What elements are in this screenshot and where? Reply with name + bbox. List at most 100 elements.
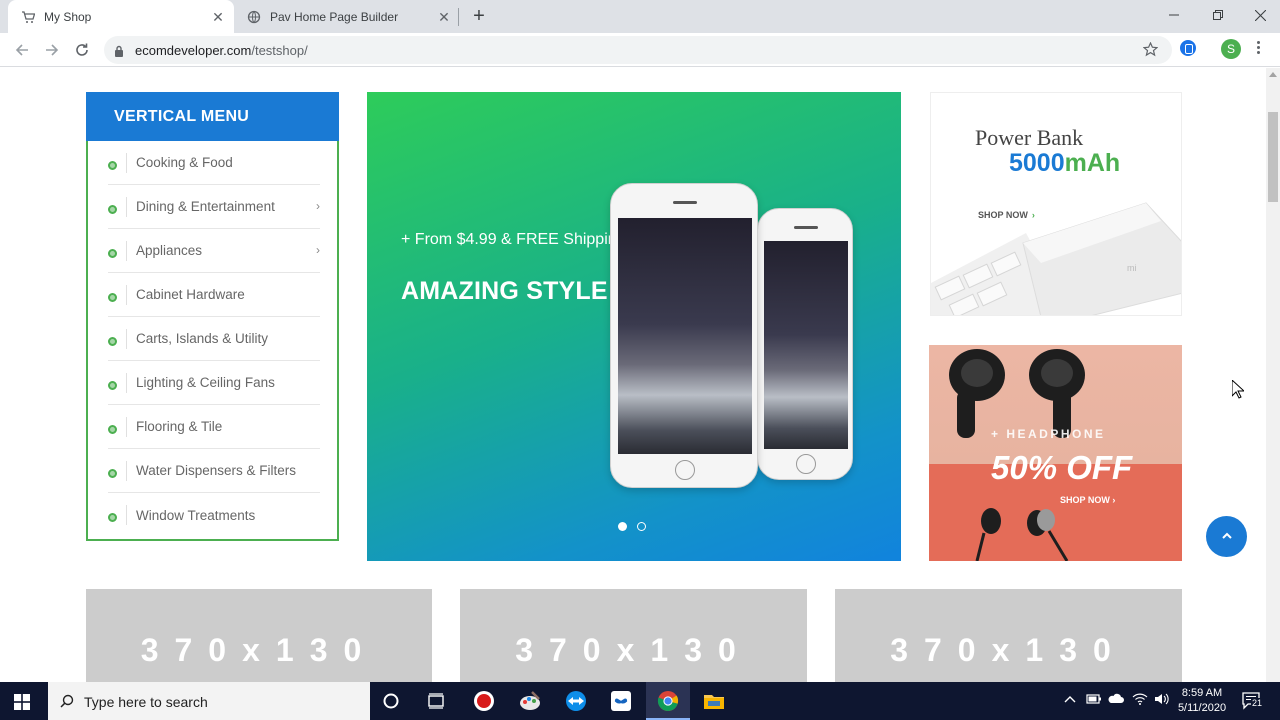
chrome-icon (657, 691, 679, 712)
globe-icon (246, 9, 262, 25)
wifi-icon[interactable] (1132, 693, 1148, 708)
close-tab-icon[interactable]: ✕ (210, 9, 226, 25)
battery-icon[interactable] (1086, 693, 1102, 708)
menu-item-cabinet-hardware[interactable]: Cabinet Hardware (108, 273, 320, 317)
slider-dot-active[interactable] (618, 522, 627, 531)
powerbank-shop-now-link[interactable]: SHOP NOW › (978, 210, 1035, 220)
placeholder-banner-3[interactable]: 370x130 (835, 589, 1182, 682)
menu-item-label: Cabinet Hardware (136, 287, 245, 302)
scroll-up-arrow-icon[interactable] (1269, 72, 1277, 77)
capacity-number: 5000 (1009, 149, 1065, 177)
menu-item-label: Water Dispensers & Filters (136, 463, 297, 478)
chevron-right-icon: › (1112, 495, 1116, 505)
bullet-icon (108, 380, 117, 390)
tab-pav-home-page-builder[interactable]: Pav Home Page Builder ✕ (234, 0, 460, 33)
browser-tab-bar: My Shop ✕ Pav Home Page Builder ✕ + (0, 0, 1280, 33)
reload-icon (76, 43, 88, 56)
screen-recorder-icon[interactable] (473, 690, 495, 712)
menu-item-flooring-tile[interactable]: Flooring & Tile (108, 405, 320, 449)
menu-item-label: Flooring & Tile (136, 419, 223, 434)
volume-icon[interactable] (1154, 693, 1170, 708)
menu-item-cooking-food[interactable]: Cooking & Food (108, 141, 320, 185)
slider-dot[interactable] (637, 522, 646, 531)
reload-button[interactable] (70, 38, 94, 62)
address-bar[interactable]: ecomdeveloper.com/testshop/ (104, 36, 1172, 64)
shop-now-label: SHOP NOW (978, 210, 1028, 220)
onedrive-cloud-icon[interactable] (1108, 693, 1124, 708)
vertical-menu-title: VERTICAL MENU (86, 92, 339, 141)
restore-button[interactable] (1196, 0, 1240, 30)
menu-item-label: Appliances (136, 243, 203, 258)
scroll-to-top-button[interactable] (1206, 516, 1247, 557)
menu-item-window-treatments[interactable]: Window Treatments (108, 493, 320, 537)
infinity-app-icon[interactable] (610, 690, 632, 712)
chevron-right-icon: › (1031, 210, 1035, 220)
tab-title: My Shop (44, 9, 92, 24)
forward-button[interactable] (40, 38, 64, 62)
back-button[interactable] (10, 38, 34, 62)
new-tab-button[interactable]: + (468, 5, 490, 27)
vertical-menu-list: Cooking & Food Dining & Entertainment › A… (108, 141, 320, 537)
hero-promo-text: + From $4.99 & FREE Shipping (401, 231, 626, 248)
close-window-button[interactable] (1238, 0, 1280, 30)
close-tab-icon[interactable]: ✕ (436, 9, 452, 25)
headphone-discount: 50% OFF (991, 449, 1133, 486)
chevron-right-icon: › (316, 199, 320, 213)
paint-app-icon[interactable] (519, 690, 541, 712)
url-host: ecomdeveloper.com (135, 43, 252, 58)
hero-slider[interactable]: + From $4.99 & FREE Shipping AMAZING STY… (367, 92, 901, 561)
menu-item-appliances[interactable]: Appliances › (108, 229, 320, 273)
show-hidden-icons-button[interactable] (1064, 693, 1076, 707)
page-scrollbar[interactable] (1266, 68, 1280, 682)
taskbar-search-box[interactable]: Type here to search (48, 682, 370, 720)
placeholder-banner-1[interactable]: 370x130 (86, 589, 432, 682)
windows-logo-icon (14, 694, 30, 710)
headphone-tag: + HEADPHONE (991, 427, 1106, 441)
chevron-right-icon: › (316, 243, 320, 257)
clock-time: 8:59 AM (1181, 687, 1223, 699)
shop-now-label: SHOP NOW (1060, 495, 1110, 505)
svg-text:mi: mi (1127, 263, 1137, 273)
action-center-button[interactable]: 21 (1242, 692, 1264, 715)
tab-my-shop[interactable]: My Shop ✕ (8, 0, 234, 33)
minimize-button[interactable] (1152, 0, 1196, 30)
phone-image-back (757, 208, 853, 480)
teamviewer-icon[interactable] (565, 690, 587, 712)
task-view-icon[interactable] (425, 690, 447, 712)
search-placeholder: Type here to search (84, 694, 208, 710)
url-path: /testshop/ (251, 43, 308, 58)
taskbar-clock[interactable]: 8:59 AM 5/11/2020 (1170, 686, 1234, 716)
browser-toolbar: ecomdeveloper.com/testshop/ (0, 33, 1280, 67)
file-explorer-icon[interactable] (703, 690, 725, 712)
cortana-icon[interactable] (380, 690, 402, 712)
menu-item-lighting-ceiling-fans[interactable]: Lighting & Ceiling Fans (108, 361, 320, 405)
search-icon (60, 694, 74, 708)
menu-item-dining-entertainment[interactable]: Dining & Entertainment › (108, 185, 320, 229)
cart-icon (20, 9, 36, 25)
mouse-cursor-icon (1232, 380, 1244, 399)
menu-item-label: Dining & Entertainment (136, 199, 275, 214)
chrome-taskbar-item[interactable] (646, 682, 690, 720)
clock-date: 5/11/2020 (1177, 702, 1227, 714)
headphone-shop-now-link[interactable]: SHOP NOW › (1060, 495, 1115, 505)
scrollbar-thumb[interactable] (1268, 112, 1278, 202)
phone-image-front (610, 183, 758, 488)
menu-item-carts-islands-utility[interactable]: Carts, Islands & Utility (108, 317, 320, 361)
menu-item-label: Cooking & Food (136, 155, 233, 170)
windows-taskbar: Type here to search 8:59 AM 5/11/2020 21 (0, 682, 1280, 720)
tab-title: Pav Home Page Builder (270, 9, 399, 24)
powerbank-banner[interactable]: mi Power Bank 5000mAh SHOP NOW › (930, 92, 1182, 316)
windows-start-button[interactable] (14, 694, 30, 710)
headphone-banner[interactable]: + HEADPHONE 50% OFF SHOP NOW › (929, 345, 1182, 561)
bullet-icon (108, 204, 117, 214)
tab-divider (458, 8, 459, 26)
extension-icon[interactable] (1180, 40, 1196, 56)
placeholder-banner-2[interactable]: 370x130 (460, 589, 807, 682)
browser-menu-icon[interactable] (1256, 40, 1260, 56)
bookmark-star-icon[interactable] (1142, 41, 1159, 62)
profile-avatar[interactable]: S (1221, 39, 1241, 59)
menu-item-water-dispensers-filters[interactable]: Water Dispensers & Filters (108, 449, 320, 493)
bullet-icon (108, 248, 117, 258)
vertical-menu: VERTICAL MENU Cooking & Food Dining & En… (86, 92, 339, 541)
bullet-icon (108, 468, 117, 478)
